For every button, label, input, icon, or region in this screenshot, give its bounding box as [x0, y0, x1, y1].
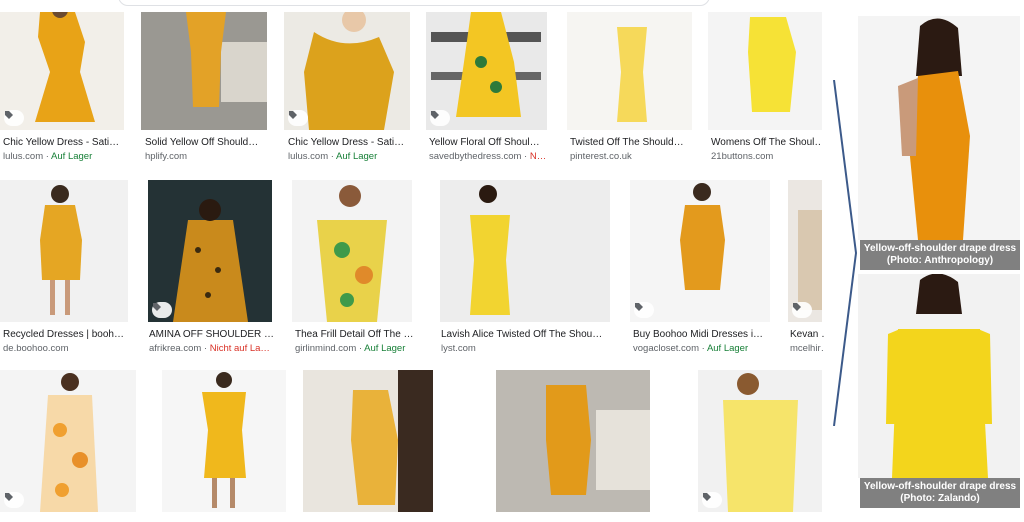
side-panel-image-top: [858, 16, 1020, 240]
source-domain: girlinmind.com: [295, 343, 357, 354]
tag-badge: [288, 110, 308, 126]
stock-status: Auf Lager: [336, 151, 378, 162]
result-image[interactable]: [162, 370, 286, 512]
result-title[interactable]: AMINA OFF SHOULDER …: [149, 328, 273, 341]
source-domain: lyst.com: [441, 343, 476, 354]
result-image[interactable]: [284, 12, 410, 130]
dress-photo: [40, 373, 98, 512]
dress-photo: [680, 183, 725, 290]
tag-icon: [635, 303, 643, 311]
source-domain: de.boohoo.com: [3, 343, 69, 354]
source-domain: lulus.com: [288, 151, 329, 162]
dress-photo: [351, 370, 433, 512]
tag-icon: [431, 111, 439, 119]
result-title[interactable]: Yellow Floral Off Shoul…: [429, 136, 554, 149]
result-image[interactable]: [426, 12, 547, 130]
stock-status: Auf Lager: [51, 151, 93, 162]
result-image[interactable]: [292, 180, 412, 322]
result-image[interactable]: [698, 370, 822, 512]
result-source: hplify.com: [145, 151, 270, 163]
result-source: vogacloset.com · Auf Lager: [633, 343, 749, 354]
stock-status: Auf Lager: [706, 343, 749, 354]
tag-badge: [430, 110, 450, 126]
dress-photo: [898, 18, 970, 240]
dress-photo: [148, 180, 272, 322]
side-panel-caption-bottom: Yellow-off-shoulder drape dress (Photo: …: [860, 478, 1020, 508]
search-bar[interactable]: [118, 0, 710, 6]
dress-photo: [202, 372, 246, 508]
result-source: lyst.com: [441, 343, 611, 355]
tag-badge: [152, 302, 172, 318]
dress-photo: [798, 210, 822, 310]
result-source: girlinmind.com · Auf Lager: [295, 343, 406, 354]
result-image[interactable]: [440, 180, 610, 322]
tag-icon: [703, 493, 711, 501]
tag-badge: [792, 302, 812, 318]
source-domain: vogacloset.com: [633, 343, 700, 354]
side-panel-caption-top: Yellow-off-shoulder drape dress (Photo: …: [860, 240, 1020, 270]
source-domain: lulus.com: [3, 151, 44, 162]
result-title[interactable]: Buy Boohoo Midi Dresses i…: [633, 328, 773, 341]
source-domain: mcelhir…: [790, 343, 824, 354]
result-title[interactable]: Chic Yellow Dress - Sati…: [288, 136, 413, 149]
result-source: lulus.com · Auf Lager: [288, 151, 378, 162]
result-source: pinterest.co.uk: [570, 151, 695, 163]
dress-photo: [723, 373, 798, 512]
tag-icon: [5, 111, 13, 119]
dress-photo: [141, 12, 267, 130]
stock-status: Auf Lager: [364, 343, 406, 354]
source-domain: savedbythedress.com: [429, 151, 522, 162]
result-image[interactable]: [567, 12, 692, 130]
tag-badge: [702, 492, 722, 508]
result-title[interactable]: Kevan …: [790, 328, 824, 341]
result-title[interactable]: Chic Yellow Dress - Sati…: [3, 136, 128, 149]
tag-badge: [4, 492, 24, 508]
source-domain: 21buttons.com: [711, 151, 774, 162]
dress-photo: [40, 185, 82, 315]
stock-status: N…: [529, 151, 547, 162]
result-source: lulus.com · Auf Lager: [3, 151, 93, 162]
tag-badge: [4, 110, 24, 126]
result-image[interactable]: [303, 370, 433, 512]
source-domain: afrikrea.com: [149, 343, 202, 354]
result-source: afrikrea.com · Nicht auf La…: [149, 343, 270, 354]
dress-photo: [317, 185, 387, 322]
result-image[interactable]: [708, 12, 822, 130]
dress-photo: [617, 27, 647, 122]
source-domain: pinterest.co.uk: [570, 151, 632, 162]
dress-photo: [496, 370, 650, 512]
result-image[interactable]: [788, 180, 822, 322]
tag-icon: [153, 303, 161, 311]
result-source: mcelhir…: [790, 343, 824, 355]
result-title[interactable]: Womens Off The Shoul…: [711, 136, 822, 149]
result-title[interactable]: Recycled Dresses | booh…: [3, 328, 131, 341]
tag-badge: [634, 302, 654, 318]
result-image[interactable]: [0, 12, 124, 130]
result-title[interactable]: Solid Yellow Off Should…: [145, 136, 270, 149]
result-image[interactable]: [0, 370, 136, 512]
tag-icon: [5, 493, 13, 501]
result-title[interactable]: Lavish Alice Twisted Off The Shou…: [441, 328, 611, 341]
result-image[interactable]: [148, 180, 272, 322]
side-panel-image-bottom: [858, 274, 1020, 478]
source-domain: hplify.com: [145, 151, 188, 162]
result-source: 21buttons.com: [711, 151, 822, 163]
result-source: savedbythedress.com · N…: [429, 151, 547, 162]
result-image[interactable]: [630, 180, 770, 322]
result-title[interactable]: Twisted Off The Should…: [570, 136, 695, 149]
expand-arrow-icon[interactable]: [832, 80, 858, 426]
result-image[interactable]: [0, 180, 128, 322]
dress-photo: [748, 17, 796, 112]
result-image[interactable]: [141, 12, 267, 130]
stock-status: Nicht auf La…: [209, 343, 270, 354]
result-title[interactable]: Thea Frill Detail Off The …: [295, 328, 417, 341]
dress-photo: [470, 185, 510, 315]
tag-icon: [793, 303, 801, 311]
result-source: de.boohoo.com: [3, 343, 131, 355]
tag-icon: [289, 111, 297, 119]
result-image[interactable]: [496, 370, 650, 512]
dress-photo: [886, 274, 992, 478]
